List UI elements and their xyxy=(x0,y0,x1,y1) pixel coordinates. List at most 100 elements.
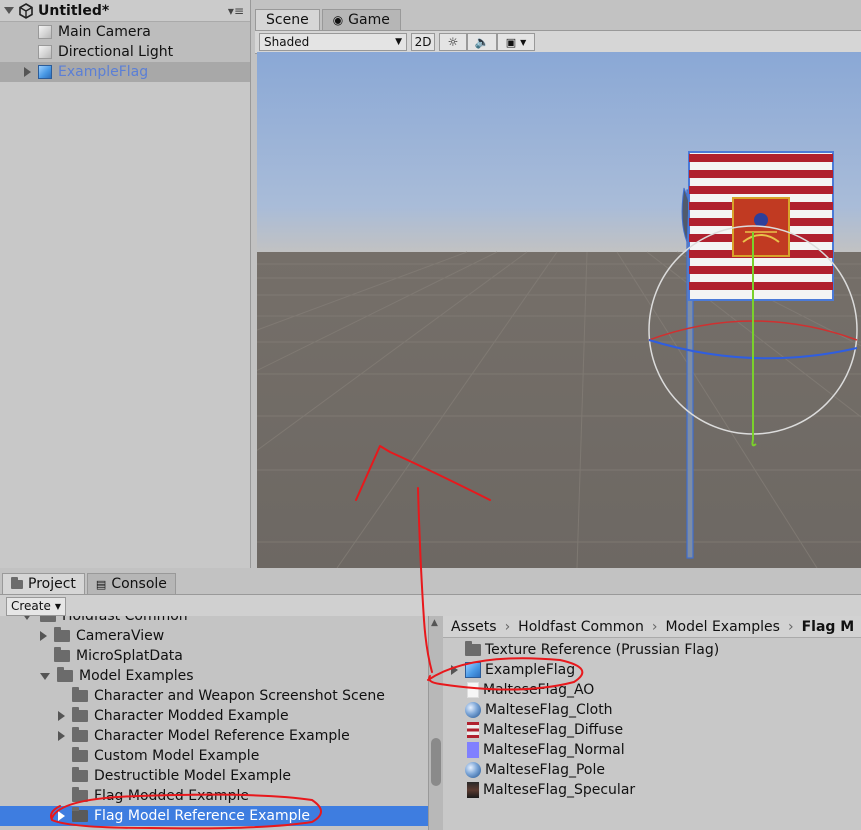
asset-malteseflag-diffuse[interactable]: MalteseFlag_Diffuse xyxy=(467,720,623,740)
tree-scrollbar[interactable]: ▲ xyxy=(428,616,443,830)
folder-icon xyxy=(72,707,88,722)
expand-arrow-icon[interactable] xyxy=(58,711,65,721)
tab-console[interactable]: ▤ Console xyxy=(86,573,176,594)
asset-label: Texture Reference (Prussian Flag) xyxy=(485,642,720,658)
console-icon: ▤ xyxy=(95,577,107,591)
2d-toggle-button[interactable]: 2D xyxy=(411,33,435,51)
folder-icon xyxy=(72,787,88,802)
expand-arrow-icon[interactable] xyxy=(58,731,65,741)
folder-icon xyxy=(465,641,481,656)
tree-item-model-examples[interactable]: Model Examples xyxy=(40,666,194,686)
folder-icon xyxy=(11,576,23,589)
effects-dropdown[interactable]: ▣ ▼ xyxy=(497,33,535,51)
hierarchy-item-directional-light[interactable]: Directional Light xyxy=(0,42,250,62)
asset-malteseflag-pole[interactable]: MalteseFlag_Pole xyxy=(465,760,605,780)
asset-texture-reference-folder[interactable]: Texture Reference (Prussian Flag) xyxy=(465,640,719,660)
scroll-up-icon[interactable]: ▲ xyxy=(431,618,438,628)
create-label: Create xyxy=(11,599,51,613)
tree-item-character-modded-example[interactable]: Character Modded Example xyxy=(58,706,289,726)
tree-item-holdfast-common[interactable]: Holdfast Common xyxy=(22,616,188,626)
breadcrumb-item[interactable]: Model Examples xyxy=(665,619,780,635)
create-dropdown[interactable]: Create ▼ xyxy=(6,596,67,616)
prefab-icon xyxy=(465,662,481,678)
asset-exampleflag-prefab[interactable]: ExampleFlag xyxy=(451,660,575,680)
tree-item-label: Character Modded Example xyxy=(94,708,289,724)
texture-icon xyxy=(467,682,479,698)
shading-mode-value: Shaded xyxy=(264,35,310,49)
shading-mode-dropdown[interactable]: Shaded ▼ xyxy=(259,33,407,51)
chevron-down-icon: ▼ xyxy=(395,37,402,47)
speaker-icon: 🔈 xyxy=(474,35,490,49)
hierarchy-item-main-camera[interactable]: Main Camera xyxy=(0,22,250,42)
asset-label: MalteseFlag_Cloth xyxy=(485,702,613,718)
2d-label: 2D xyxy=(414,35,432,49)
folder-icon xyxy=(72,807,88,822)
asset-malteseflag-normal[interactable]: MalteseFlag_Normal xyxy=(467,740,625,760)
asset-malteseflag-specular[interactable]: MalteseFlag_Specular xyxy=(467,780,635,800)
expand-arrow-icon[interactable] xyxy=(40,631,47,641)
prefab-icon xyxy=(38,65,52,79)
audio-toggle-button[interactable]: 🔈 xyxy=(467,33,497,51)
expand-arrow-icon[interactable] xyxy=(58,811,65,821)
lighting-toggle-button[interactable]: ☼ xyxy=(439,33,467,51)
tab-game[interactable]: ◉ Game xyxy=(321,9,401,30)
tree-item-character-model-reference[interactable]: Character Model Reference Example xyxy=(58,726,350,746)
chevron-down-icon: ▼ xyxy=(54,601,62,611)
asset-label: MalteseFlag_AO xyxy=(483,682,595,698)
collapse-arrow-icon[interactable] xyxy=(22,616,32,620)
game-controller-icon: ◉ xyxy=(332,13,344,27)
tree-item-microsplatdata[interactable]: MicroSplatData xyxy=(54,646,183,666)
sun-icon: ☼ xyxy=(447,35,459,49)
project-folder-tree[interactable]: Holdfast Common CameraView MicroSplatDat… xyxy=(0,616,428,830)
tree-item-label: CameraView xyxy=(76,628,165,644)
project-tabs: Project ▤ Console xyxy=(0,572,861,594)
unity-logo-icon xyxy=(19,2,33,19)
tab-scene[interactable]: Scene xyxy=(255,9,320,30)
scene-viewport[interactable] xyxy=(257,52,861,568)
project-toolbar: Create ▼ xyxy=(0,594,861,618)
folder-icon xyxy=(72,727,88,742)
chevron-right-icon: › xyxy=(651,618,658,635)
breadcrumb: Assets › Holdfast Common › Model Example… xyxy=(443,616,861,638)
material-icon xyxy=(465,762,481,778)
scrollbar-thumb[interactable] xyxy=(431,738,441,786)
asset-label: MalteseFlag_Diffuse xyxy=(483,722,624,738)
scene-canvas xyxy=(257,151,861,568)
hierarchy-item-label: ExampleFlag xyxy=(58,64,149,80)
breadcrumb-item[interactable]: Holdfast Common xyxy=(518,619,644,635)
hierarchy-scene-header[interactable]: Untitled* ▾≡ xyxy=(0,0,250,22)
tree-item-flag-model-reference[interactable]: Flag Model Reference Example xyxy=(0,806,428,826)
hierarchy-item-label: Main Camera xyxy=(58,24,151,40)
gameobject-icon xyxy=(38,45,52,59)
tab-label: Console xyxy=(111,576,167,592)
breadcrumb-item[interactable]: Assets xyxy=(451,619,497,635)
scene-view-panel: Scene ◉ Game Shaded ▼ 2D ☼ 🔈 ▣ ▼ xyxy=(255,8,861,568)
folder-icon xyxy=(72,687,88,702)
tab-project[interactable]: Project xyxy=(2,573,85,594)
collapse-arrow-icon[interactable] xyxy=(40,672,50,680)
tree-item-label: Flag Model Reference Example xyxy=(94,808,311,824)
tree-item-destructible-model-example[interactable]: Destructible Model Example xyxy=(72,766,291,786)
hierarchy-item-example-flag[interactable]: ExampleFlag xyxy=(0,62,250,82)
breadcrumb-item-current[interactable]: Flag M xyxy=(802,619,855,635)
asset-malteseflag-ao[interactable]: MalteseFlag_AO xyxy=(467,680,594,700)
texture-icon xyxy=(467,742,479,758)
scene-tabs: Scene ◉ Game xyxy=(255,8,861,30)
hierarchy-menu-icon[interactable]: ▾≡ xyxy=(228,4,244,18)
tree-item-custom-model-example[interactable]: Custom Model Example xyxy=(72,746,259,766)
tree-item-label: Holdfast Common xyxy=(62,616,188,624)
gameobject-icon xyxy=(38,25,52,39)
project-panel: Project ▤ Console Create ▼ Holdfast Comm… xyxy=(0,572,861,830)
expand-arrow-icon[interactable] xyxy=(451,665,458,675)
chevron-down-icon: ▼ xyxy=(520,37,527,47)
folder-icon xyxy=(54,647,70,662)
tree-item-character-weapon-screenshot[interactable]: Character and Weapon Screenshot Scene xyxy=(72,686,385,706)
asset-malteseflag-cloth[interactable]: MalteseFlag_Cloth xyxy=(465,700,613,720)
tree-item-cameraview[interactable]: CameraView xyxy=(40,626,164,646)
collapse-arrow-icon[interactable] xyxy=(4,7,14,14)
expand-arrow-icon[interactable] xyxy=(24,67,31,77)
tree-item-flag-modded-example[interactable]: Flag Modded Example xyxy=(72,786,249,806)
scene-toolbar: Shaded ▼ 2D ☼ 🔈 ▣ ▼ xyxy=(255,30,861,54)
tab-label: Project xyxy=(28,576,76,592)
asset-label: MalteseFlag_Pole xyxy=(485,762,605,778)
